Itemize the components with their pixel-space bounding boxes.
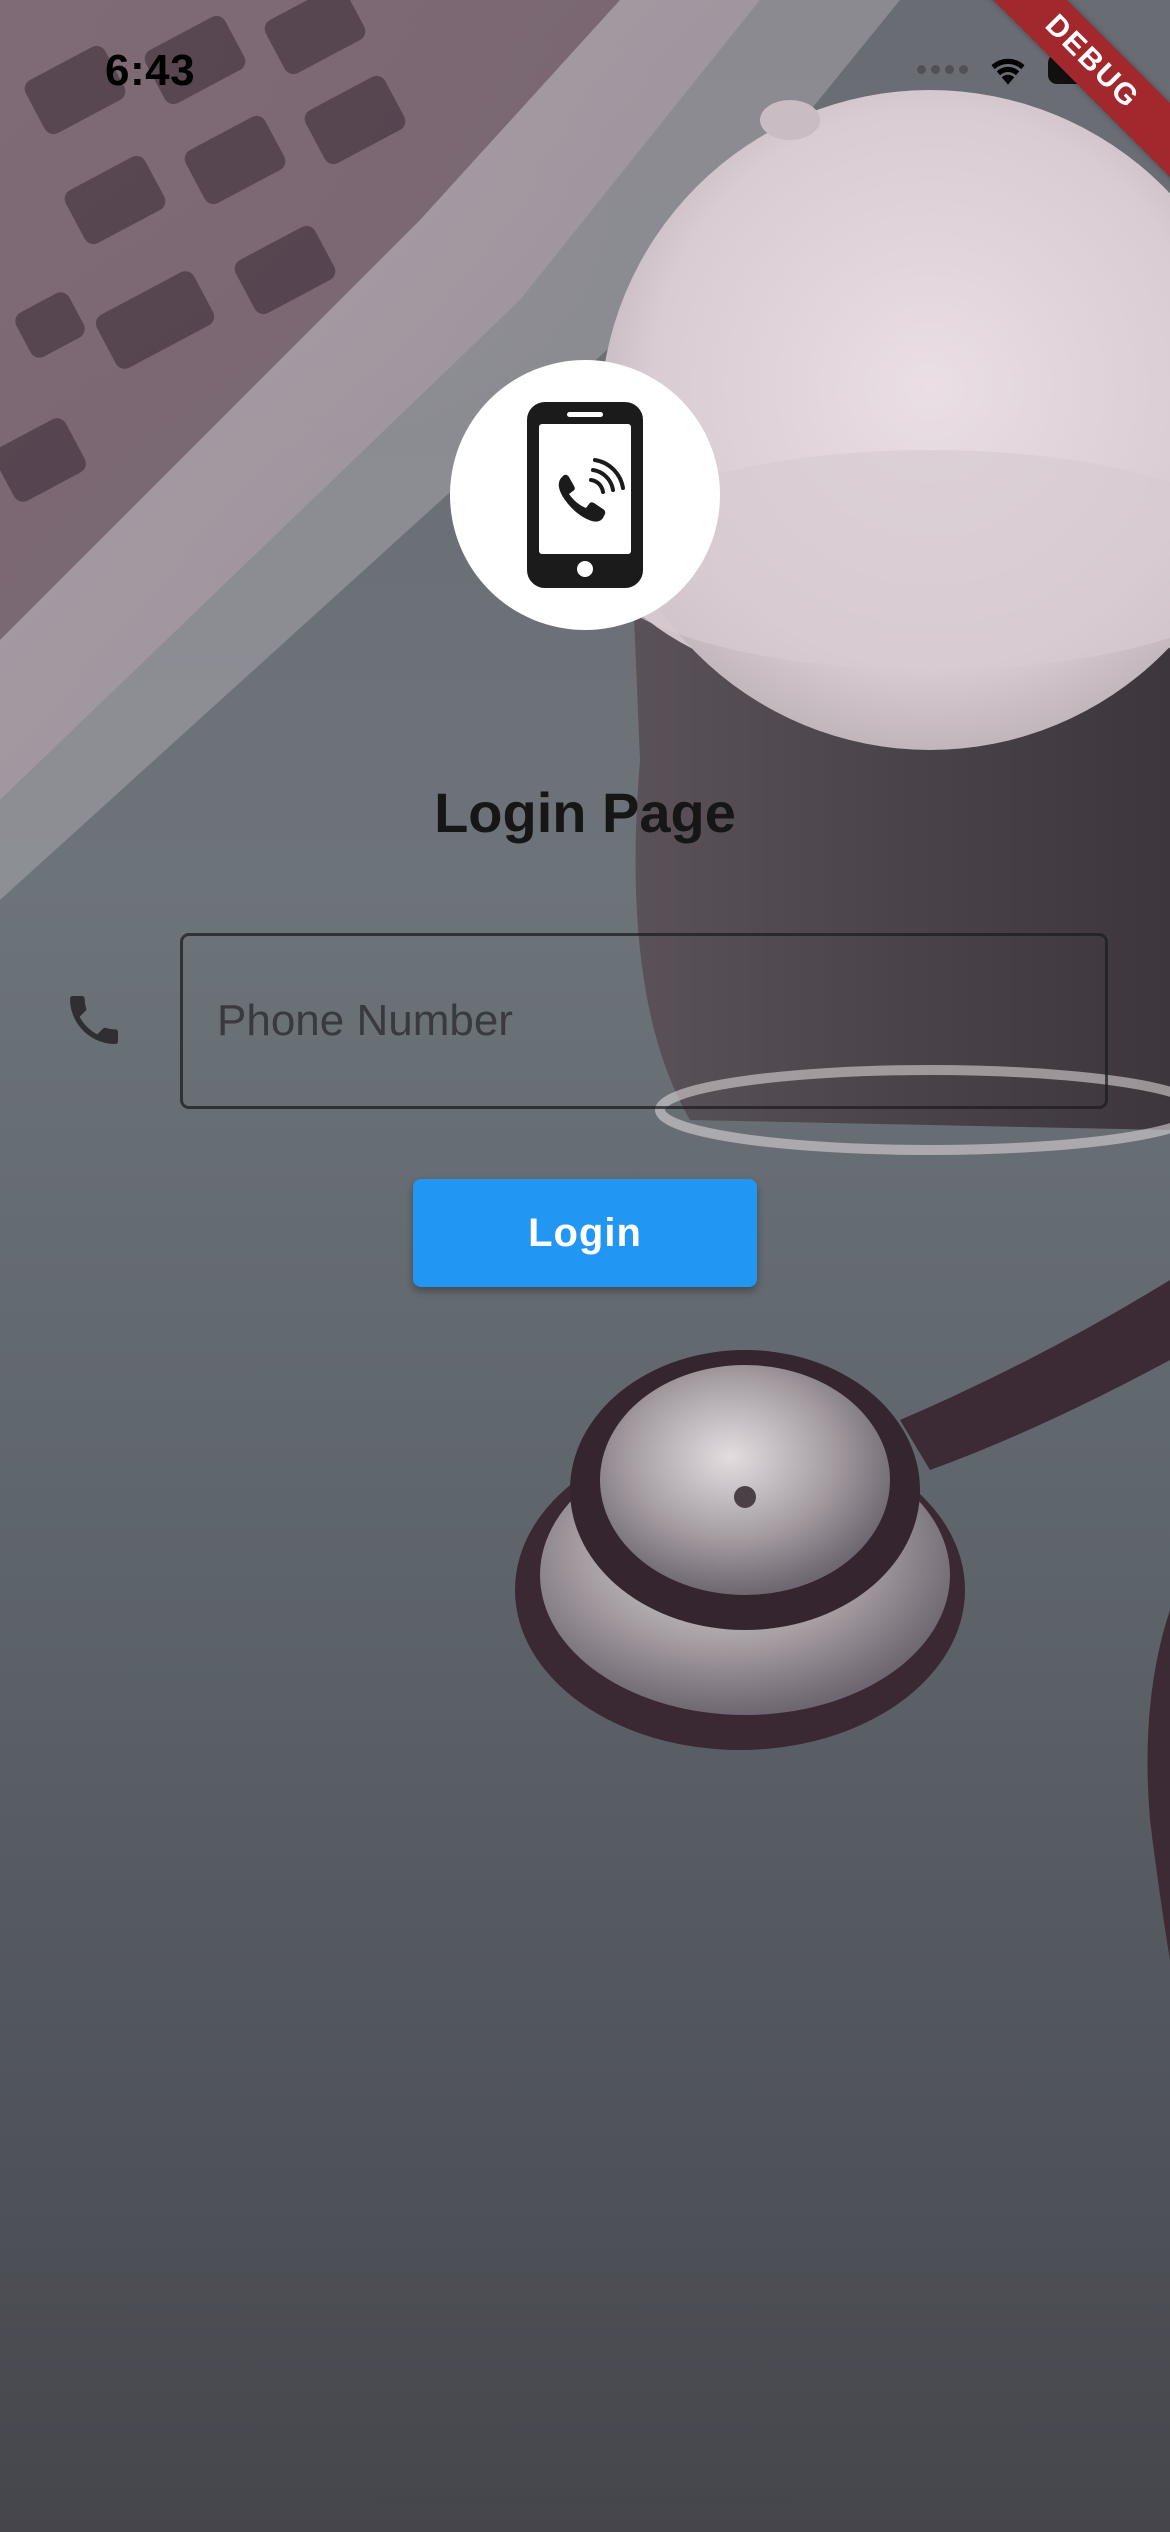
phone-call-icon [527,402,643,588]
login-button[interactable]: Login [413,1179,757,1287]
login-screen: 6:43 DEBUG Login Page Phone Number Login [0,0,1170,2532]
phone-icon [70,996,118,1044]
page-title: Login Page [434,781,736,844]
status-time: 6:43 [105,46,196,95]
wifi-icon [986,52,1030,86]
home-indicator [378,2490,792,2504]
app-logo [450,360,720,630]
cellular-signal-icon [917,64,968,74]
phone-number-input[interactable] [180,933,1108,1109]
